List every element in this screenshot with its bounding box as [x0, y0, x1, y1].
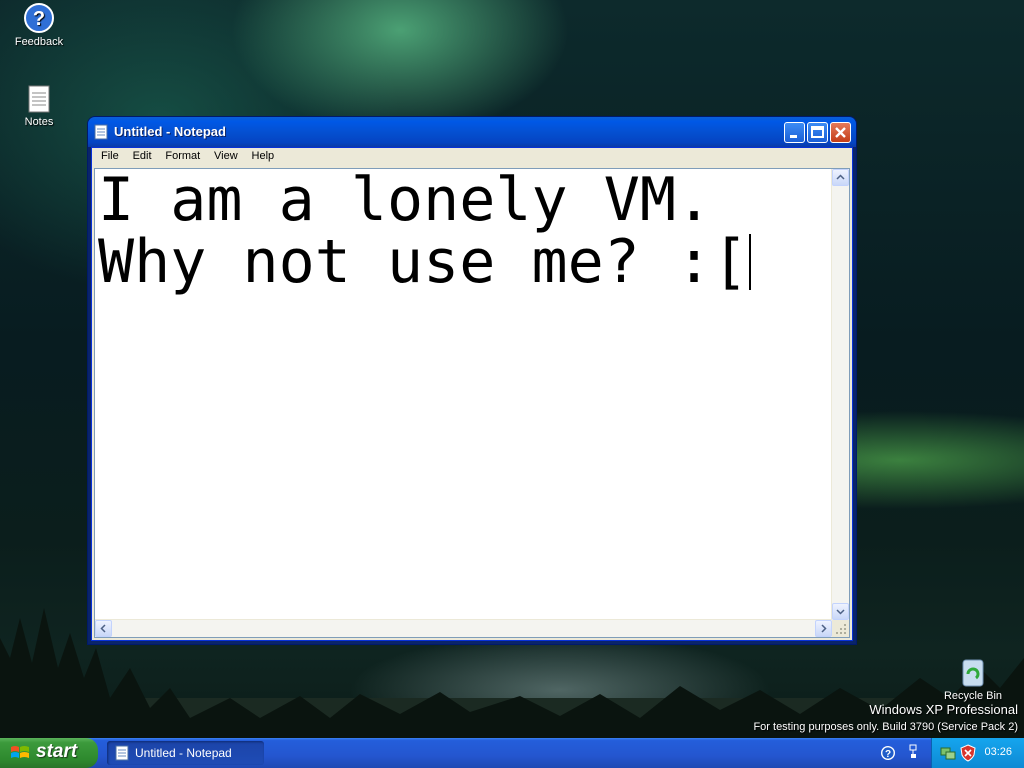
- svg-text:?: ?: [885, 749, 891, 760]
- menu-format[interactable]: Format: [160, 148, 205, 162]
- taskbar-item-notepad[interactable]: Untitled - Notepad: [107, 741, 264, 765]
- window-titlebar[interactable]: Untitled - Notepad: [88, 117, 856, 147]
- start-button[interactable]: start: [0, 738, 98, 768]
- desktop-icon-recycle-bin[interactable]: Recycle Bin: [935, 656, 1011, 702]
- notepad-app-icon: [115, 745, 129, 761]
- recycle-bin-icon: [962, 659, 984, 687]
- desktop-icon-label: Notes: [24, 116, 54, 128]
- maximize-button[interactable]: [807, 122, 828, 143]
- desktop-icon-label: Recycle Bin: [943, 690, 1003, 702]
- minimize-button[interactable]: [784, 122, 805, 143]
- arrow-left-icon: [100, 624, 106, 633]
- scroll-right-button[interactable]: [815, 620, 832, 637]
- help-icon[interactable]: ?: [880, 745, 896, 761]
- size-grip-icon: [836, 624, 846, 634]
- windows-logo-icon: [11, 746, 29, 758]
- menu-edit[interactable]: Edit: [128, 148, 157, 162]
- menu-view[interactable]: View: [209, 148, 243, 162]
- scroll-down-button[interactable]: [832, 603, 849, 620]
- arrow-right-icon: [821, 624, 827, 633]
- menu-file[interactable]: File: [96, 148, 124, 162]
- taskbar-item-label: Untitled - Notepad: [135, 746, 232, 760]
- text-caret: [749, 234, 752, 290]
- taskbar: start Untitled - Notepad ? 03:26: [0, 738, 1024, 768]
- scroll-up-button[interactable]: [832, 169, 849, 186]
- document-line-2: Why not use me? :[: [98, 231, 829, 293]
- horizontal-scrollbar[interactable]: [95, 619, 832, 637]
- arrow-down-icon: [836, 609, 845, 615]
- window-client: File Edit Format View Help I am a lonely…: [91, 147, 853, 641]
- system-tray: 03:26: [931, 738, 1024, 768]
- minimize-icon: [790, 135, 797, 138]
- os-watermark-edition: Windows XP Professional: [869, 702, 1018, 717]
- network-connection-icon[interactable]: [940, 745, 956, 761]
- document-text[interactable]: I am a lonely VM. Why not use me? :[: [98, 169, 829, 619]
- network-icon[interactable]: [908, 743, 920, 763]
- menu-bar: File Edit Format View Help: [92, 148, 852, 166]
- desktop-icon-feedback[interactable]: ? Feedback: [1, 2, 77, 48]
- vertical-scrollbar[interactable]: [831, 169, 849, 620]
- window-title: Untitled - Notepad: [114, 124, 226, 139]
- document-line-1: I am a lonely VM.: [98, 169, 713, 235]
- security-shield-icon[interactable]: [960, 744, 976, 762]
- resize-grip[interactable]: [832, 620, 849, 637]
- scroll-left-button[interactable]: [95, 620, 112, 637]
- close-icon: [835, 127, 846, 138]
- notepad-app-icon: [94, 124, 108, 140]
- close-button[interactable]: [830, 122, 851, 143]
- document-line-2-text: Why not use me? :[: [98, 227, 749, 297]
- os-watermark-build: For testing purposes only. Build 3790 (S…: [753, 721, 1018, 733]
- notepad-window[interactable]: Untitled - Notepad File Edit Format View…: [88, 117, 856, 644]
- desktop-icon-label: Feedback: [14, 36, 64, 48]
- arrow-up-icon: [836, 174, 845, 180]
- text-editor[interactable]: I am a lonely VM. Why not use me? :[: [94, 168, 850, 638]
- start-label: start: [36, 741, 78, 762]
- clock[interactable]: 03:26: [984, 746, 1012, 758]
- notepad-file-icon: [28, 85, 50, 113]
- desktop-icon-notes[interactable]: Notes: [1, 84, 77, 128]
- svg-text:?: ?: [33, 8, 45, 30]
- maximize-icon: [811, 126, 824, 138]
- help-icon: ?: [24, 3, 54, 33]
- menu-help[interactable]: Help: [247, 148, 280, 162]
